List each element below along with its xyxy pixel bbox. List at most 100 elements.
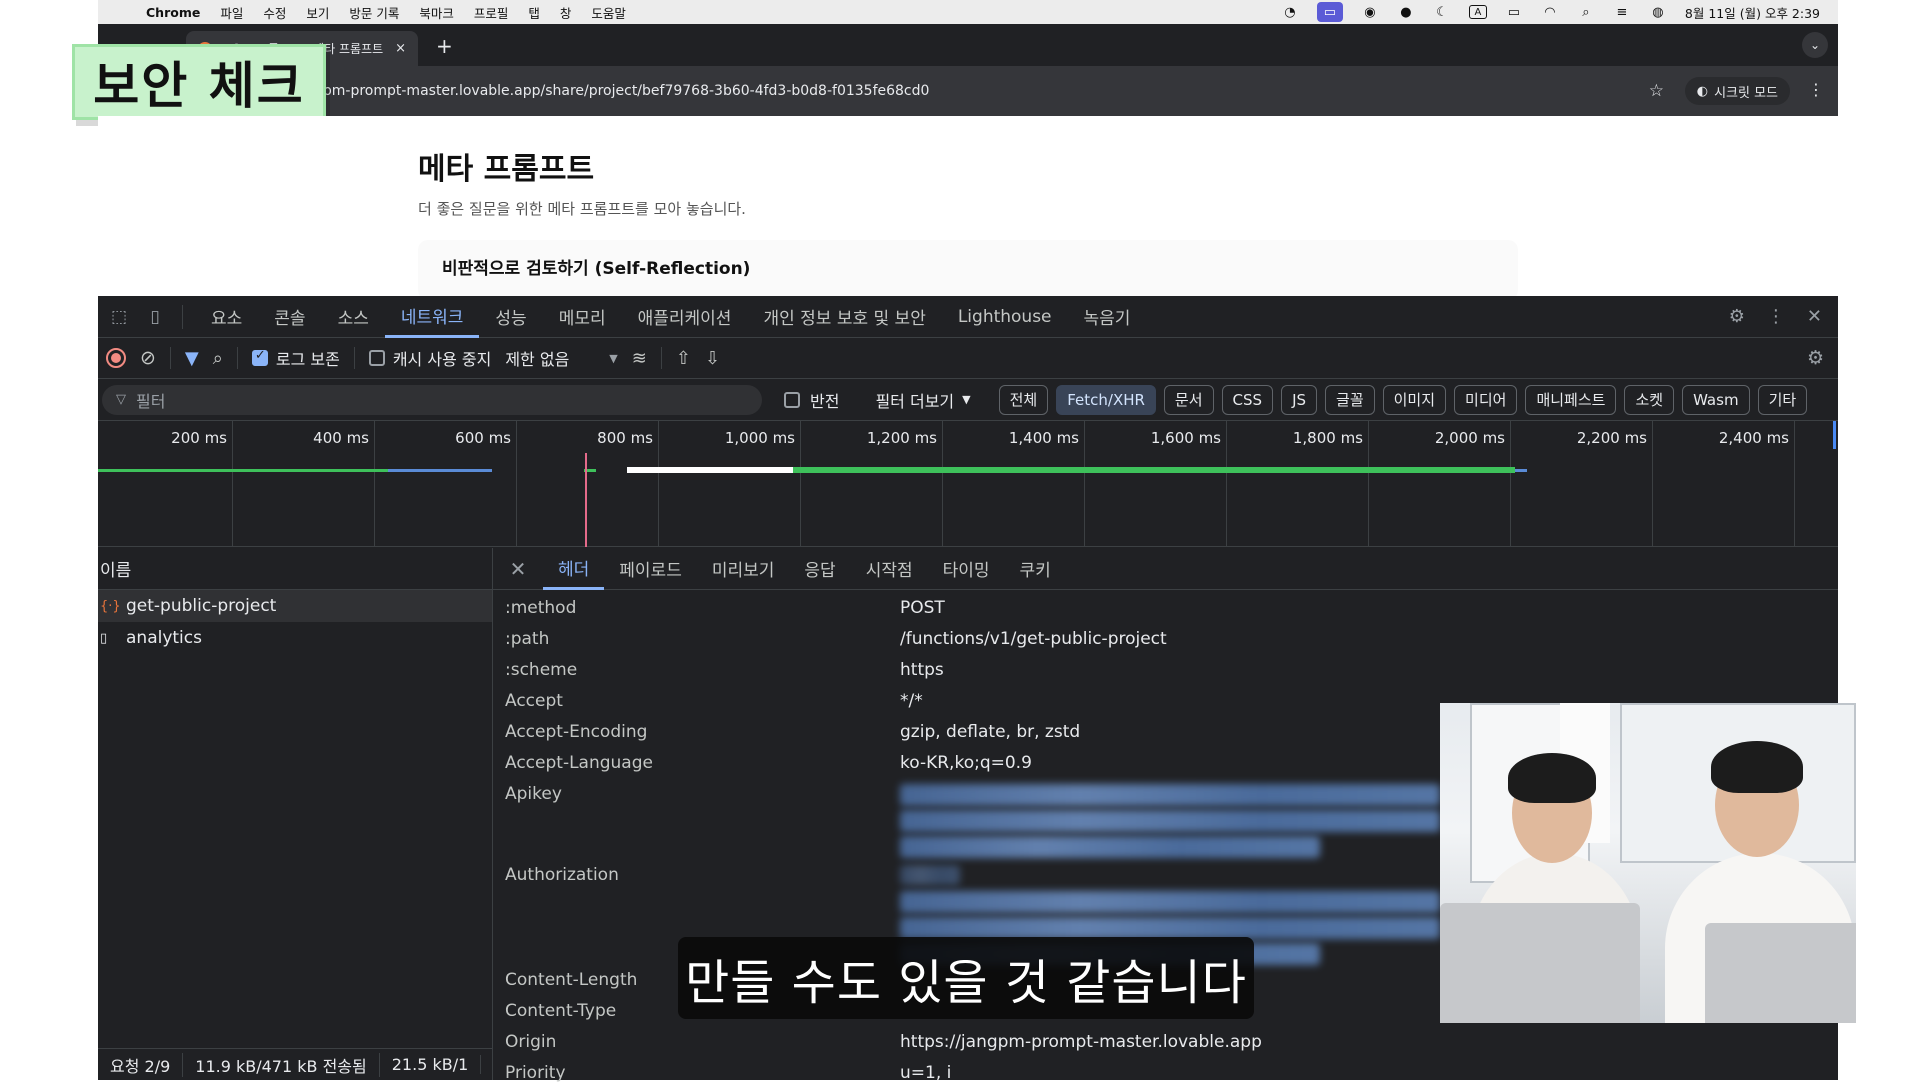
- close-detail-icon[interactable]: ✕: [493, 557, 543, 581]
- address-bar[interactable]: gpm-prompt-master.lovable.app/share/proj…: [294, 74, 1678, 108]
- spotlight-search-icon[interactable]: ⌕: [1577, 5, 1595, 20]
- inspect-element-icon[interactable]: ⬚: [104, 307, 134, 327]
- chip-img[interactable]: 이미지: [1382, 384, 1447, 415]
- filter-input[interactable]: ▽ 필터: [102, 384, 762, 415]
- chip-all[interactable]: 전체: [998, 384, 1049, 415]
- preserve-log-check-icon[interactable]: [251, 348, 268, 366]
- export-har-download-icon[interactable]: ⇩: [705, 348, 720, 369]
- app-menu-chrome[interactable]: Chrome: [146, 5, 200, 20]
- request-row-analytics[interactable]: ▯ analytics: [98, 622, 492, 654]
- tab-console[interactable]: 콘솔: [258, 296, 321, 338]
- chip-js[interactable]: JS: [1281, 384, 1318, 415]
- screen-share-icon[interactable]: ▭: [1316, 2, 1343, 22]
- tab-application[interactable]: 애플리케이션: [622, 296, 748, 338]
- tab-sources[interactable]: 소스: [322, 296, 385, 338]
- more-filters-dropdown[interactable]: 필터 더보기 ▼: [875, 388, 970, 412]
- preserve-log-checkbox[interactable]: 로그 보존: [251, 346, 340, 370]
- search-icon[interactable]: ⌕: [213, 348, 223, 369]
- tab-privacy-security[interactable]: 개인 정보 보호 및 보안: [747, 296, 941, 338]
- siri-icon[interactable]: ◍: [1649, 5, 1667, 20]
- request-list-header[interactable]: 이름: [98, 548, 492, 590]
- screen-time-icon[interactable]: ◔: [1281, 5, 1299, 20]
- menu-tab[interactable]: 탭: [528, 3, 540, 22]
- focus-moon-icon[interactable]: ☾: [1433, 5, 1451, 20]
- network-controls: ⊘ ▼ ⌕ 로그 보존 캐시 사용 중지 제한 없음 ▼ ≋ ⇧ ⇩ ⚙: [98, 338, 1838, 379]
- disable-cache-checkbox[interactable]: 캐시 사용 중지: [368, 346, 491, 370]
- menu-bookmarks[interactable]: 북마크: [419, 3, 454, 22]
- menu-history[interactable]: 방문 기록: [349, 3, 399, 22]
- detail-tabbar: ✕ 헤더 페이로드 미리보기 응답 시작점 타이밍 쿠키: [493, 548, 1838, 590]
- tick-label: 1,800 ms: [1292, 429, 1363, 447]
- menu-edit[interactable]: 수정: [263, 3, 286, 22]
- menubar-clock[interactable]: 8월 11일 (월) 오후 2:39: [1685, 3, 1820, 22]
- control-center-icon[interactable]: ≡: [1613, 5, 1631, 20]
- tab-payload[interactable]: 페이로드: [604, 548, 697, 590]
- clear-log-icon[interactable]: ⊘: [140, 347, 156, 369]
- wifi-icon[interactable]: ◠: [1541, 5, 1559, 20]
- new-tab-button[interactable]: +: [436, 34, 453, 58]
- tab-cookies[interactable]: 쿠키: [1005, 548, 1066, 590]
- header-value: u=1, i: [900, 1063, 952, 1083]
- tab-preview[interactable]: 미리보기: [697, 548, 790, 590]
- header-value: ko-KR,ko;q=0.9: [900, 753, 1032, 773]
- tick-label: 400 ms: [313, 429, 369, 447]
- chip-manifest[interactable]: 매니페스트: [1525, 384, 1617, 415]
- chip-fetch-xhr[interactable]: Fetch/XHR: [1056, 384, 1156, 415]
- import-har-upload-icon[interactable]: ⇧: [676, 348, 691, 369]
- throttle-select[interactable]: 제한 없음 ▼: [505, 346, 617, 370]
- timeline-tick: 1,600 ms: [1151, 421, 1227, 547]
- tab-close-icon[interactable]: ×: [395, 41, 406, 56]
- network-timeline-overview[interactable]: 200 ms 400 ms 600 ms 800 ms 1,000 ms 1,2…: [98, 421, 1838, 547]
- network-conditions-wifi-icon[interactable]: ≋: [632, 348, 647, 369]
- presenter-right-hair: [1711, 741, 1803, 793]
- tab-network[interactable]: 네트워크: [384, 296, 480, 338]
- prompt-card[interactable]: 비판적으로 검토하기 (Self-Reflection): [418, 240, 1518, 300]
- invert-checkbox[interactable]: 반전: [784, 388, 839, 412]
- tab-lighthouse[interactable]: Lighthouse: [942, 296, 1068, 338]
- audio-wave-icon[interactable]: ◉: [1361, 5, 1379, 20]
- chip-doc[interactable]: 문서: [1163, 384, 1214, 415]
- menu-view[interactable]: 보기: [306, 3, 329, 22]
- tab-recorder[interactable]: 녹음기: [1068, 296, 1147, 338]
- devtools-more-kebab-icon[interactable]: ⋮: [1767, 306, 1785, 327]
- tab-headers[interactable]: 헤더: [543, 548, 605, 590]
- page-subtitle: 더 좋은 질문을 위한 메타 프롬프트를 모아 놓습니다.: [418, 200, 746, 218]
- browser-menu-kebab-icon[interactable]: ⋮: [1808, 80, 1824, 99]
- invert-check-icon[interactable]: [784, 391, 800, 408]
- chip-css[interactable]: CSS: [1221, 384, 1274, 415]
- tab-memory[interactable]: 메모리: [543, 296, 622, 338]
- chip-socket[interactable]: 소켓: [1624, 384, 1675, 415]
- tab-initiator[interactable]: 시작점: [851, 548, 928, 590]
- device-toolbar-icon[interactable]: ▯: [140, 307, 170, 327]
- url-text[interactable]: gpm-prompt-master.lovable.app/share/proj…: [314, 83, 929, 99]
- request-row-get-public-project[interactable]: {·} get-public-project: [98, 590, 492, 622]
- menu-help[interactable]: 도움말: [591, 3, 626, 22]
- menu-window[interactable]: 창: [560, 3, 572, 22]
- menu-profiles[interactable]: 프로필: [474, 3, 509, 22]
- filter-funnel-icon[interactable]: ▼: [185, 348, 199, 369]
- devtools-close-icon[interactable]: ✕: [1807, 306, 1822, 327]
- disable-cache-check-icon[interactable]: [368, 350, 385, 366]
- chip-media[interactable]: 미디어: [1454, 384, 1518, 415]
- input-source-icon[interactable]: A: [1468, 5, 1487, 19]
- menu-file[interactable]: 파일: [220, 3, 243, 22]
- laptop: [1440, 903, 1640, 1023]
- devtools-settings-gear-icon[interactable]: ⚙: [1729, 306, 1745, 327]
- chip-other[interactable]: 기타: [1757, 384, 1808, 415]
- tab-strip: 코오드 프롬프트 - 메타 프롬프트 × + ⌄: [98, 24, 1838, 66]
- tab-performance[interactable]: 성능: [479, 296, 542, 338]
- tab-timing[interactable]: 타이밍: [928, 548, 1005, 590]
- tick-label: 1,400 ms: [1008, 429, 1079, 447]
- bookmark-star-icon[interactable]: ☆: [1649, 81, 1664, 101]
- record-stop-button[interactable]: [106, 348, 126, 368]
- webcam-overlay: [1440, 703, 1856, 1023]
- tab-elements[interactable]: 요소: [195, 296, 258, 338]
- cloud-app-icon[interactable]: ●: [1397, 5, 1415, 20]
- incognito-indicator[interactable]: ◐ 시크릿 모드: [1684, 77, 1790, 105]
- battery-icon[interactable]: ▭: [1505, 5, 1523, 20]
- tab-response[interactable]: 응답: [789, 548, 850, 590]
- chip-wasm[interactable]: Wasm: [1682, 384, 1750, 415]
- network-settings-gear-icon[interactable]: ⚙: [1807, 347, 1824, 369]
- tab-search-chevron-icon[interactable]: ⌄: [1802, 32, 1828, 58]
- chip-font[interactable]: 글꼴: [1325, 384, 1375, 415]
